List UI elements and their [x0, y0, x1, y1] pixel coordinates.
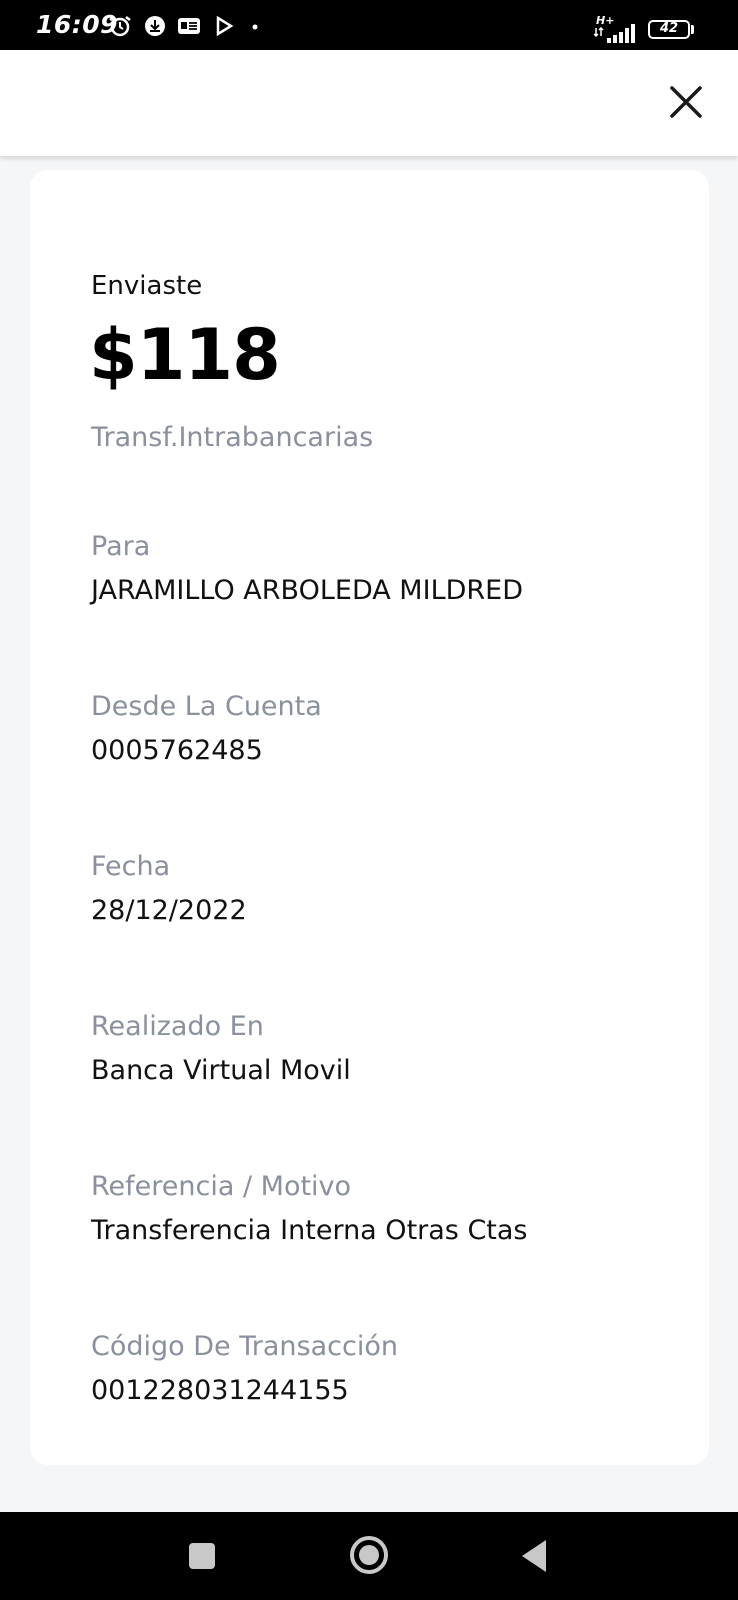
status-time: 16:09	[36, 10, 119, 39]
field-desde-la-cuenta: Desde La Cuenta 0005762485	[91, 690, 322, 768]
field-value: Transferencia Interna Otras Ctas	[91, 1215, 528, 1246]
field-referencia-motivo: Referencia / Motivo Transferencia Intern…	[91, 1170, 528, 1248]
navigation-bar	[0, 1512, 738, 1600]
field-value: JARAMILLO ARBOLEDA MILDRED	[91, 575, 524, 606]
status-bar: 16:09 H+ 42	[0, 0, 738, 50]
app-header	[0, 50, 738, 156]
field-label: Código De Transacción	[91, 1331, 398, 1362]
field-label: Referencia / Motivo	[91, 1171, 352, 1202]
back-icon	[522, 1540, 546, 1572]
alarm-icon	[109, 16, 131, 37]
field-codigo-transaccion: Código De Transacción 001228031244155	[91, 1330, 398, 1408]
recents-button[interactable]	[188, 1542, 216, 1570]
amount-value: $118	[89, 314, 281, 396]
field-value: 001228031244155	[91, 1375, 349, 1406]
download-notification-icon	[145, 16, 165, 36]
transfer-type: Transf.Intrabancarias	[91, 422, 374, 453]
battery-icon: 42	[648, 20, 690, 39]
sent-label: Enviaste	[91, 271, 203, 301]
home-icon	[350, 1536, 388, 1574]
battery-level: 42	[659, 21, 679, 36]
field-fecha: Fecha 28/12/2022	[91, 850, 247, 928]
close-icon	[670, 86, 702, 118]
home-button[interactable]	[348, 1534, 390, 1576]
field-value: 28/12/2022	[91, 895, 247, 926]
recents-icon	[189, 1543, 215, 1569]
close-button[interactable]	[664, 80, 708, 124]
field-value: 0005762485	[91, 735, 263, 766]
receipt-card: Enviaste $118 Transf.Intrabancarias Para…	[30, 170, 709, 1465]
field-value: Banca Virtual Movil	[91, 1055, 351, 1086]
signal-icon	[594, 24, 635, 43]
field-label: Fecha	[91, 851, 171, 882]
field-realizado-en: Realizado En Banca Virtual Movil	[91, 1010, 351, 1088]
field-label: Realizado En	[91, 1011, 264, 1042]
field-para: Para JARAMILLO ARBOLEDA MILDRED	[91, 530, 523, 608]
id-card-notification-icon	[178, 18, 200, 34]
back-button[interactable]	[520, 1538, 550, 1574]
field-label: Para	[91, 531, 151, 562]
more-notifications-icon	[252, 24, 258, 30]
battery-tip	[691, 25, 694, 34]
play-store-notification-icon	[216, 15, 234, 37]
field-label: Desde La Cuenta	[91, 691, 322, 722]
